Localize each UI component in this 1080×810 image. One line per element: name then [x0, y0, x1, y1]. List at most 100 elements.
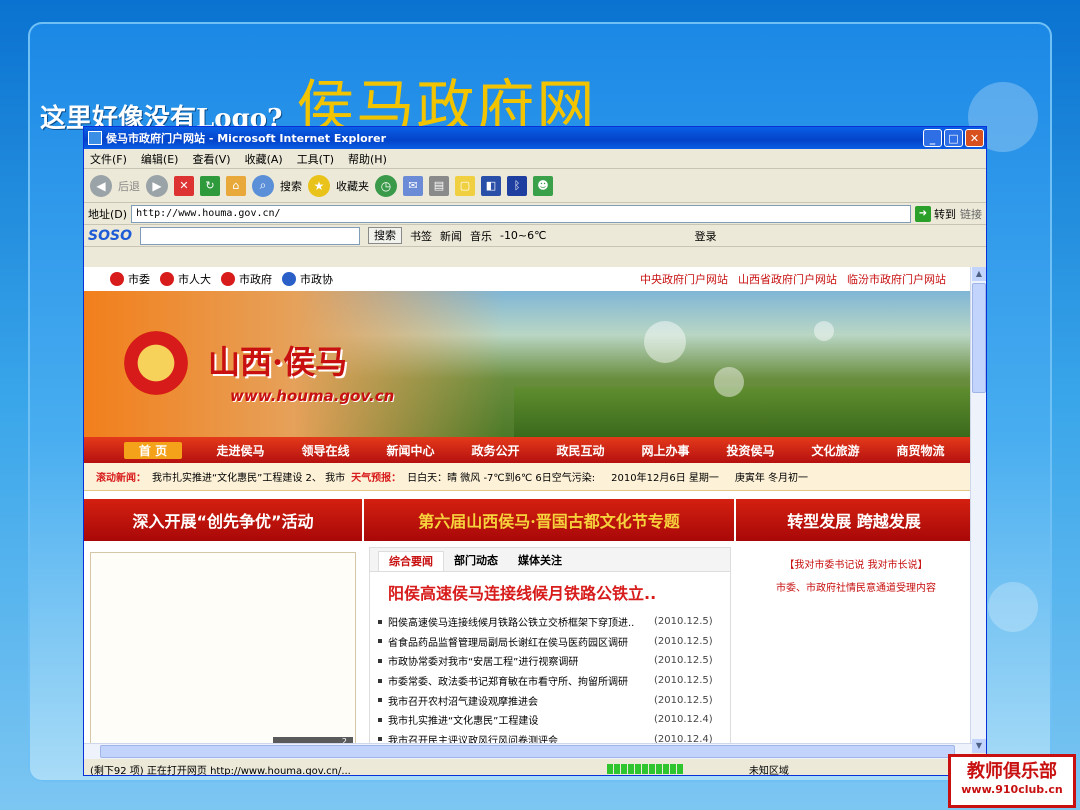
menu-gov-affairs[interactable]: 政务公开 [453, 442, 538, 459]
list-item[interactable]: 市政协常委对我市“安居工程”进行视察调研 (2010.12.5) [378, 651, 730, 671]
mailbox-text[interactable]: 市委、市政府社情民意通道受理内容 [740, 579, 972, 594]
soso-login[interactable]: 登录 [695, 228, 717, 244]
menu-edit[interactable]: 编辑(E) [141, 151, 179, 167]
maximize-button[interactable]: □ [944, 129, 963, 147]
minimize-button[interactable]: _ [923, 129, 942, 147]
list-item[interactable]: 我市召开农村沼气建设观摩推进会 (2010.12.5) [378, 690, 730, 710]
banner-orb [714, 367, 744, 397]
menu-file[interactable]: 文件(F) [90, 151, 127, 167]
links-button[interactable]: 链接 [960, 206, 982, 222]
soso-weather[interactable]: -10~6℃ [500, 229, 547, 242]
mailbox-title[interactable]: 【我对市委书记说 我对市长说】 [740, 556, 972, 571]
people-icon[interactable]: ☻ [533, 175, 553, 196]
menu-tools[interactable]: 工具(T) [297, 151, 334, 167]
soso-search-button[interactable]: 搜索 [367, 227, 402, 244]
menu-leaders[interactable]: 领导在线 [283, 442, 368, 459]
list-item[interactable]: 市委常委、政法委书记郑育敏在市看守所、拘留所调研 (2010.12.5) [378, 671, 730, 691]
ticker-bar: 滚动新闻： 我市扎实推进“文化惠民”工程建设 2、 我市 天气预报： 日白天：晴… [84, 463, 972, 491]
link-shanxi-gov[interactable]: 山西省政府门户网站 [738, 271, 837, 287]
bullet-icon [378, 658, 382, 663]
soso-search-input[interactable] [139, 226, 360, 245]
menu-trade[interactable]: 商贸物流 [878, 442, 963, 459]
menu-tourism[interactable]: 文化旅游 [793, 442, 878, 459]
mayor-mailbox: 【我对市委书记说 我对市长说】 市委、市政府社情民意通道受理内容 [740, 552, 972, 652]
promo-banner-3[interactable]: 转型发展 跨越发展 [736, 499, 972, 541]
bluetooth-icon[interactable]: ᛒ [507, 175, 527, 196]
cppcc-icon [282, 272, 296, 286]
soso-toolbar: SOSO 搜索 书签 新闻 音乐 -10~6℃ 登录 [84, 225, 986, 247]
menu-about[interactable]: 走进侯马 [198, 442, 283, 459]
note-icon[interactable]: ▢ [455, 175, 475, 196]
history-icon[interactable]: ◷ [375, 174, 397, 197]
go-arrow-icon: ➜ [915, 205, 931, 222]
soso-logo: SOSO [88, 227, 132, 244]
tab-departments[interactable]: 部门动态 [444, 551, 508, 571]
top-nav-gov[interactable]: 市政府 [221, 271, 272, 287]
hscroll-thumb[interactable] [100, 745, 955, 758]
menu-help[interactable]: 帮助(H) [348, 151, 387, 167]
go-button[interactable]: ➜ 转到 [915, 205, 956, 222]
menu-home[interactable]: 首 页 [124, 441, 182, 459]
menu-online-services[interactable]: 网上办事 [623, 442, 708, 459]
promo-banner-2[interactable]: 第六届山西侯马·晋国古都文化节专题 [364, 499, 734, 541]
banner-garden [514, 387, 972, 437]
close-button[interactable]: ✕ [965, 129, 984, 147]
messenger-icon[interactable]: ◧ [481, 175, 501, 196]
status-text: (剩下92 项) 正在打开网页 http://www.houma.gov.cn/… [90, 765, 351, 776]
back-label[interactable]: 后退 [118, 178, 140, 194]
list-item[interactable]: 阳侯高速侯马连接线候月铁路公铁立交桥框架下穿顶进.. (2010.12.5) [378, 612, 730, 632]
scroll-thumb[interactable] [972, 283, 986, 393]
news-headline[interactable]: 阳侯高速侯马连接线候月铁路公铁立.. [370, 572, 730, 612]
top-nav-cppcc[interactable]: 市政协 [282, 271, 333, 287]
emblem-icon [221, 272, 235, 286]
weather-label: 天气预报： [351, 473, 402, 484]
address-bar: 地址(D) http://www.houma.gov.cn/ ➜ 转到 链接 [84, 203, 986, 225]
bullet-icon [378, 639, 382, 644]
link-central-gov[interactable]: 中央政府门户网站 [640, 271, 728, 287]
mail-icon[interactable]: ✉ [403, 175, 423, 196]
link-linfen-gov[interactable]: 临汾市政府门户网站 [847, 271, 946, 287]
menu-news[interactable]: 新闻中心 [368, 442, 453, 459]
menu-interaction[interactable]: 政民互动 [538, 442, 623, 459]
ie-titlebar: 侯马市政府门户网站 - Microsoft Internet Explorer … [84, 127, 986, 149]
news-list: 阳侯高速侯马连接线候月铁路公铁立交桥框架下穿顶进.. (2010.12.5) 省食… [370, 612, 730, 749]
favorites-icon[interactable]: ★ [308, 174, 330, 197]
soso-bookmarks[interactable]: 书签 [410, 228, 432, 244]
tab-media[interactable]: 媒体关注 [508, 551, 572, 571]
ticker-text[interactable]: 我市扎实推进“文化惠民”工程建设 2、 我市 [152, 469, 345, 484]
ticker-label: 滚动新闻： [96, 473, 146, 484]
top-nav-party[interactable]: 市委 [110, 271, 150, 287]
home-icon[interactable]: ⌂ [226, 175, 246, 196]
scroll-up-icon[interactable]: ▲ [972, 267, 986, 281]
print-icon[interactable]: ▤ [429, 175, 449, 196]
top-nav-npc[interactable]: 市人大 [160, 271, 211, 287]
vertical-scrollbar[interactable]: ▲ ▼ [970, 267, 986, 753]
favorites-label[interactable]: 收藏夹 [336, 178, 369, 194]
soso-news[interactable]: 新闻 [440, 228, 462, 244]
list-item[interactable]: 我市扎实推进“文化惠民”工程建设 (2010.12.4) [378, 710, 730, 730]
stop-icon[interactable]: ✕ [174, 175, 194, 196]
progress-bar [606, 764, 683, 774]
forward-icon[interactable]: ▶ [146, 174, 168, 197]
web-page: 市委 市人大 市政府 市政协 中央政府门户网站 山西省政府门户网站 临汾市政府门… [84, 267, 972, 753]
horizontal-scrollbar[interactable] [84, 743, 972, 759]
banner-site-name: 山西·侯马 [208, 343, 348, 381]
menu-favorites[interactable]: 收藏(A) [245, 151, 283, 167]
address-input[interactable]: http://www.houma.gov.cn/ [131, 204, 911, 223]
scroll-down-icon[interactable]: ▼ [972, 739, 986, 753]
national-emblem-icon [124, 331, 188, 395]
menu-view[interactable]: 查看(V) [192, 151, 230, 167]
soso-music[interactable]: 音乐 [470, 228, 492, 244]
search-icon[interactable]: ⌕ [252, 174, 274, 197]
search-label[interactable]: 搜索 [280, 178, 302, 194]
banner-url: www.houma.gov.cn [230, 387, 395, 405]
bullet-icon [378, 619, 382, 624]
list-item[interactable]: 省食品药品监督管理局副局长谢红在侯马医药园区调研 (2010.12.5) [378, 632, 730, 652]
menu-invest[interactable]: 投资侯马 [708, 442, 793, 459]
promo-banner-1[interactable]: 深入开展“创先争优”活动 [84, 499, 362, 541]
ie-window-title: 侯马市政府门户网站 - Microsoft Internet Explorer [106, 132, 386, 145]
photo-slider[interactable]: 2 [90, 552, 356, 752]
refresh-icon[interactable]: ↻ [200, 175, 220, 196]
tab-general[interactable]: 综合要闻 [378, 551, 444, 571]
back-icon[interactable]: ◀ [90, 174, 112, 197]
